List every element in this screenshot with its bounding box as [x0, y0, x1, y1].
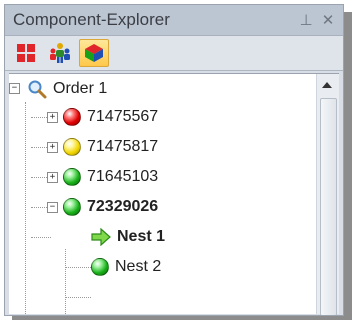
expand-toggle[interactable]: + [47, 142, 58, 153]
tree-node-item-selected[interactable]: 72329026 [63, 192, 158, 222]
title-bar: Component-Explorer ⊥ ✕ [5, 5, 343, 36]
tree-connector [25, 102, 26, 314]
green-ball-icon [91, 258, 109, 276]
scroll-up-arrow-icon[interactable] [322, 82, 332, 88]
tree-node-order[interactable]: Order 1 [27, 74, 107, 104]
tree-connector [65, 267, 91, 268]
people-view-button[interactable] [45, 39, 75, 67]
tree-node-nest[interactable]: Nest 2 [91, 252, 161, 282]
green-status-icon [63, 198, 81, 216]
grid-icon [17, 44, 35, 62]
component-tree: − Order 1 + 71475567 + 71475817 + 716451… [9, 73, 339, 315]
panel-title: Component-Explorer [13, 10, 170, 29]
tree-connector [31, 237, 51, 238]
tree-node-label: 71645103 [87, 168, 159, 185]
pin-button[interactable]: ⊥ [295, 11, 317, 29]
collapse-toggle-order[interactable]: − [9, 83, 20, 94]
tree-node-label: Nest 2 [115, 258, 162, 275]
green-status-icon [63, 168, 81, 186]
magnifier-icon [28, 80, 47, 99]
expand-toggle[interactable]: + [47, 172, 58, 183]
component-explorer-panel: Component-Explorer ⊥ ✕ − Order 1 + 71475… [4, 4, 344, 316]
tree-node-label: 71475567 [87, 108, 159, 125]
tree-node-label: Nest 1 [117, 228, 166, 245]
close-button[interactable]: ✕ [317, 11, 339, 29]
yellow-status-icon [63, 138, 81, 156]
close-icon: ✕ [321, 12, 335, 29]
toolbar [5, 36, 343, 71]
tree-node-label: 71475817 [87, 138, 159, 155]
tree-node-item[interactable]: 71475817 [63, 132, 158, 162]
collapse-toggle[interactable]: − [47, 202, 58, 213]
tree-node-nest[interactable]: Nest 1 [91, 222, 165, 252]
pin-icon: ⊥ [299, 12, 313, 29]
arrow-right-icon [91, 228, 111, 246]
tree-node-label: Order 1 [53, 80, 108, 97]
people-icon [50, 43, 70, 63]
tree-connector [65, 249, 66, 314]
tree-node-label: 72329026 [87, 198, 159, 215]
components-icon [85, 44, 103, 62]
expand-toggle[interactable]: + [47, 112, 58, 123]
red-status-icon [63, 108, 81, 126]
components-view-button[interactable] [79, 39, 109, 67]
scrollbar-thumb[interactable] [320, 98, 337, 315]
grid-view-button[interactable] [11, 39, 41, 67]
tree-node-item[interactable]: 71645103 [63, 162, 158, 192]
tree-connector [65, 297, 91, 298]
tree-node-item[interactable]: 71475567 [63, 102, 158, 132]
vertical-scrollbar[interactable] [316, 74, 339, 315]
